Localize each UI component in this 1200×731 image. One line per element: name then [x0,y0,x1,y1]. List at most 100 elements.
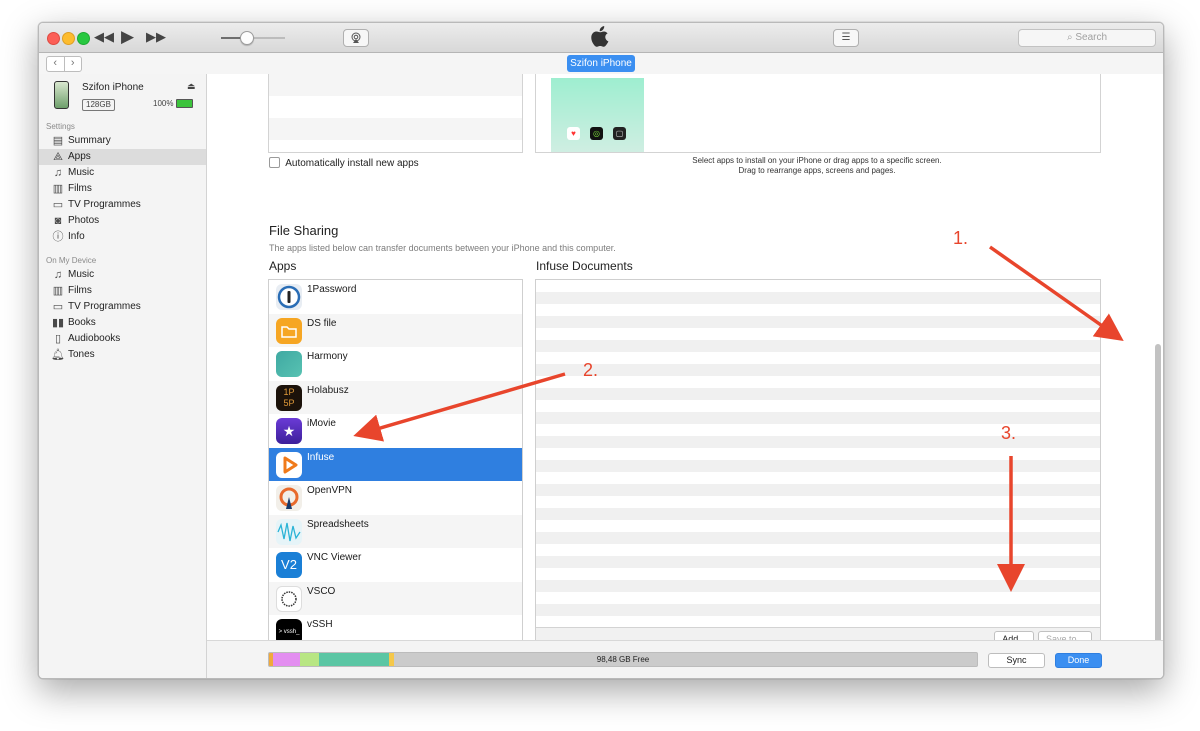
storage-bar-area: 98,48 GB Free Sync Done [207,640,1163,678]
app-name: Holabusz [307,384,349,396]
documents-list[interactable]: Add... Save to... [535,279,1101,650]
sidebar-item-apps[interactable]: ⟁ Apps [39,149,206,165]
app-name: DS file [307,317,337,329]
airplay-button[interactable] [343,29,369,47]
home-screen-preview[interactable]: ♥ ◎ ▢ [551,78,644,152]
installed-apps-list[interactable] [268,74,523,153]
airplay-icon [351,32,361,43]
folder-app-icon [276,317,302,344]
app-row-vnc-viewer[interactable]: V2 VNC Viewer [269,548,522,582]
sidebar-item-label: Tones [68,349,95,360]
done-button[interactable]: Done [1055,653,1102,668]
star-app-icon: ★ [276,418,302,444]
search-icon: ⌕ [1066,32,1073,43]
sidebar-device-books[interactable]: ▮▮ Books [39,315,206,331]
play-icon[interactable]: ▶ [121,28,134,46]
minimize-window-button[interactable] [62,32,75,45]
sidebar-device-films[interactable]: ▥ Films [39,283,206,299]
device-name: Szifon iPhone [82,82,144,93]
app-row-spreadsheets[interactable]: Spreadsheets [269,514,522,548]
sidebar-item-photos[interactable]: ◙ Photos [39,213,206,229]
waveform-app-icon [276,518,302,545]
apps-column-header: Apps [269,259,297,273]
sidebar-item-music[interactable]: ♫ Music [39,165,206,181]
app-row-holabusz[interactable]: 1P 5P Holabusz [269,380,522,414]
sidebar-device-tv-programmes[interactable]: ▭ TV Programmes [39,299,206,315]
app-name: OpenVPN [307,485,353,496]
device-capacity: 128GB [82,99,115,111]
documents-column-header: Infuse Documents [536,259,633,273]
forward-button[interactable]: › [65,57,82,71]
volume-knob[interactable] [240,31,254,45]
file-sharing-description: The apps listed below can transfer docum… [269,243,616,253]
app-name: vSSH [307,619,333,630]
back-button[interactable]: ‹ [47,57,65,71]
back-forward-buttons: ‹ › [46,56,82,72]
tv-icon: ▭ [52,199,64,211]
zoom-window-button[interactable] [77,32,90,45]
sidebar-item-label: Photos [68,215,100,226]
sidebar-item-label: TV Programmes [68,301,141,312]
app-name: VNC Viewer [307,552,362,563]
sidebar-item-label: TV Programmes [68,199,141,210]
sidebar-item-label: Apps [68,151,91,162]
main-scrollbar[interactable] [1155,344,1161,662]
app-row-openvpn[interactable]: OpenVPN [269,481,522,515]
file-sharing-title: File Sharing [269,223,339,238]
sidebar-item-label: Books [68,317,96,328]
sidebar-item-label: Summary [68,135,111,146]
battery-status: 100% [153,99,193,109]
1password-app-icon [276,284,302,310]
tv-icon: ▭ [52,301,64,313]
film-icon: ▥ [52,183,64,195]
fast-forward-icon[interactable]: ▶▶ [146,28,166,46]
apple-logo-icon [590,26,610,51]
harmony-app-icon [276,351,302,377]
sidebar-item-label: Music [68,167,95,178]
auto-install-label: Automatically install new apps [285,158,419,169]
sidebar-item-summary[interactable]: ▤ Summary [39,133,206,149]
auto-install-option[interactable]: Automatically install new apps [269,157,419,169]
app-row-harmony[interactable]: Harmony [269,347,522,381]
auto-install-checkbox[interactable] [269,157,280,168]
sidebar-device-tones[interactable]: 🔔︎ Tones [39,347,206,363]
info-icon: ⓘ [52,231,64,243]
sidebar: Szifon iPhone ⏏ 128GB 100% Settings ▤ Su… [39,74,207,678]
sidebar-device-music[interactable]: ♫ Music [39,267,206,283]
activity-app-icon: ◎ [590,127,603,140]
itunes-window: ◀◀ ▶ ▶▶ ☰ ⌕ Search ‹ › Szifon iPhone Szi… [38,22,1164,679]
main-content: ♥ ◎ ▢ Automatically install new apps Sel… [207,74,1163,678]
annotation-step-3: 3. [1001,423,1017,443]
eject-icon[interactable]: ⏏ [187,81,196,92]
hint-line-1: Select apps to install on your iPhone or… [692,156,942,165]
holabusz-app-icon: 1P 5P [276,384,302,411]
up-next-list-button[interactable]: ☰ [833,29,859,47]
device-pill-button[interactable]: Szifon iPhone [567,55,635,72]
rewind-icon[interactable]: ◀◀ [94,28,114,46]
vsco-app-icon [276,585,302,612]
sidebar-item-label: Films [68,285,92,296]
app-row-infuse[interactable]: Infuse [269,447,522,481]
sidebar-item-films[interactable]: ▥ Films [39,181,206,197]
sidebar-item-info[interactable]: ⓘ Info [39,229,206,245]
file-sharing-app-list: 1Password DS file Harmony 1P 5P Holabusz … [268,279,523,650]
search-field[interactable]: ⌕ Search [1018,29,1156,47]
sidebar-device-audiobooks[interactable]: ▯ Audiobooks [39,331,206,347]
app-row-1password[interactable]: 1Password [269,280,522,314]
home-screen-preview-panel[interactable]: ♥ ◎ ▢ [535,74,1101,153]
apps-hint-text: Select apps to install on your iPhone or… [537,156,1097,176]
app-row-vsco[interactable]: VSCO [269,581,522,615]
list-icon: ☰ [841,32,851,43]
audiobook-icon: ▯ [54,333,62,345]
health-app-icon: ♥ [567,127,580,140]
sync-button[interactable]: Sync [988,653,1045,668]
sidebar-item-tv-programmes[interactable]: ▭ TV Programmes [39,197,206,213]
free-space-label: 98,48 GB Free [596,655,650,664]
app-row-imovie[interactable]: ★ iMovie [269,414,522,448]
close-window-button[interactable] [47,32,60,45]
sidebar-item-label: Info [68,231,85,242]
storage-capacity-bar[interactable]: 98,48 GB Free [268,652,978,667]
app-row-ds-file[interactable]: DS file [269,313,522,347]
hint-line-2: Drag to rearrange apps, screens and page… [738,166,896,175]
sidebar-item-label: Films [68,183,92,194]
